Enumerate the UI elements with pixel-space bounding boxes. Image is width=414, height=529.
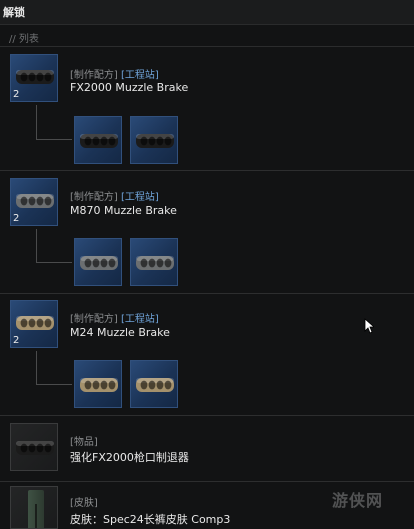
item-category: [制作配方] [工程站] <box>70 310 159 325</box>
muzzle-brake-icon <box>15 438 55 458</box>
tree-connector <box>36 384 72 385</box>
item-category: [皮肤] <box>70 494 98 509</box>
material-thumbnail[interactable] <box>130 238 178 286</box>
item-category: [制作配方] [工程站] <box>70 66 159 81</box>
item-count: 2 <box>13 89 20 100</box>
item-thumbnail[interactable] <box>10 486 58 529</box>
category-label: [制作配方] <box>70 192 118 203</box>
category-label: [物品] <box>70 437 98 448</box>
item-count: 2 <box>13 213 20 224</box>
muzzle-brake-icon <box>135 253 175 273</box>
station-link[interactable]: [工程站] <box>121 70 159 81</box>
station-link[interactable]: [工程站] <box>121 192 159 203</box>
item-thumbnail[interactable]: 2 <box>10 300 58 348</box>
item-name: 皮肤：Spec24长裤皮肤 Comp3 <box>70 513 231 526</box>
unlock-entry-m870[interactable]: 2 [制作配方] [工程站] M870 Muzzle Brake <box>0 171 414 294</box>
unlock-entry-item[interactable]: [物品] 强化FX2000枪口制退器 <box>0 416 414 482</box>
category-label: [制作配方] <box>70 314 118 325</box>
unlock-entry-m24[interactable]: 2 [制作配方] [工程站] M24 Muzzle Brake <box>0 294 414 416</box>
tree-connector <box>36 105 37 139</box>
category-label: [皮肤] <box>70 498 98 509</box>
muzzle-brake-icon <box>15 191 55 211</box>
item-name: 强化FX2000枪口制退器 <box>70 451 189 464</box>
tree-connector <box>36 229 37 262</box>
section-label: // 列表 <box>9 34 39 45</box>
title-bar: 解锁 <box>0 0 414 25</box>
material-thumbnail[interactable] <box>74 116 122 164</box>
material-thumbnail[interactable] <box>74 238 122 286</box>
item-name: M24 Muzzle Brake <box>70 326 170 339</box>
muzzle-brake-icon <box>135 131 175 151</box>
muzzle-brake-icon <box>15 313 55 333</box>
category-label: [制作配方] <box>70 70 118 81</box>
item-thumbnail[interactable]: 2 <box>10 178 58 226</box>
muzzle-brake-icon <box>79 131 119 151</box>
unlock-entry-fx2000[interactable]: 2 [制作配方] [工程站] FX2000 Muzzle Brake <box>0 47 414 171</box>
window-title: 解锁 <box>3 6 25 19</box>
tree-connector <box>36 351 37 384</box>
item-category: [制作配方] [工程站] <box>70 188 159 203</box>
muzzle-brake-icon <box>79 253 119 273</box>
item-count: 2 <box>13 335 20 346</box>
item-name: M870 Muzzle Brake <box>70 204 177 217</box>
muzzle-brake-icon <box>79 375 119 395</box>
item-name: FX2000 Muzzle Brake <box>70 81 189 94</box>
material-thumbnail[interactable] <box>130 360 178 408</box>
item-thumbnail[interactable] <box>10 423 58 471</box>
pants-icon <box>28 490 44 528</box>
tree-connector <box>36 262 72 263</box>
tree-connector <box>36 139 72 140</box>
muzzle-brake-icon <box>135 375 175 395</box>
mouse-cursor-icon <box>364 318 374 334</box>
material-thumbnail[interactable] <box>130 116 178 164</box>
item-thumbnail[interactable]: 2 <box>10 54 58 102</box>
material-thumbnail[interactable] <box>74 360 122 408</box>
watermark: 游侠网 <box>332 491 384 510</box>
station-link[interactable]: [工程站] <box>121 314 159 325</box>
item-category: [物品] <box>70 433 98 448</box>
muzzle-brake-icon <box>15 67 55 87</box>
